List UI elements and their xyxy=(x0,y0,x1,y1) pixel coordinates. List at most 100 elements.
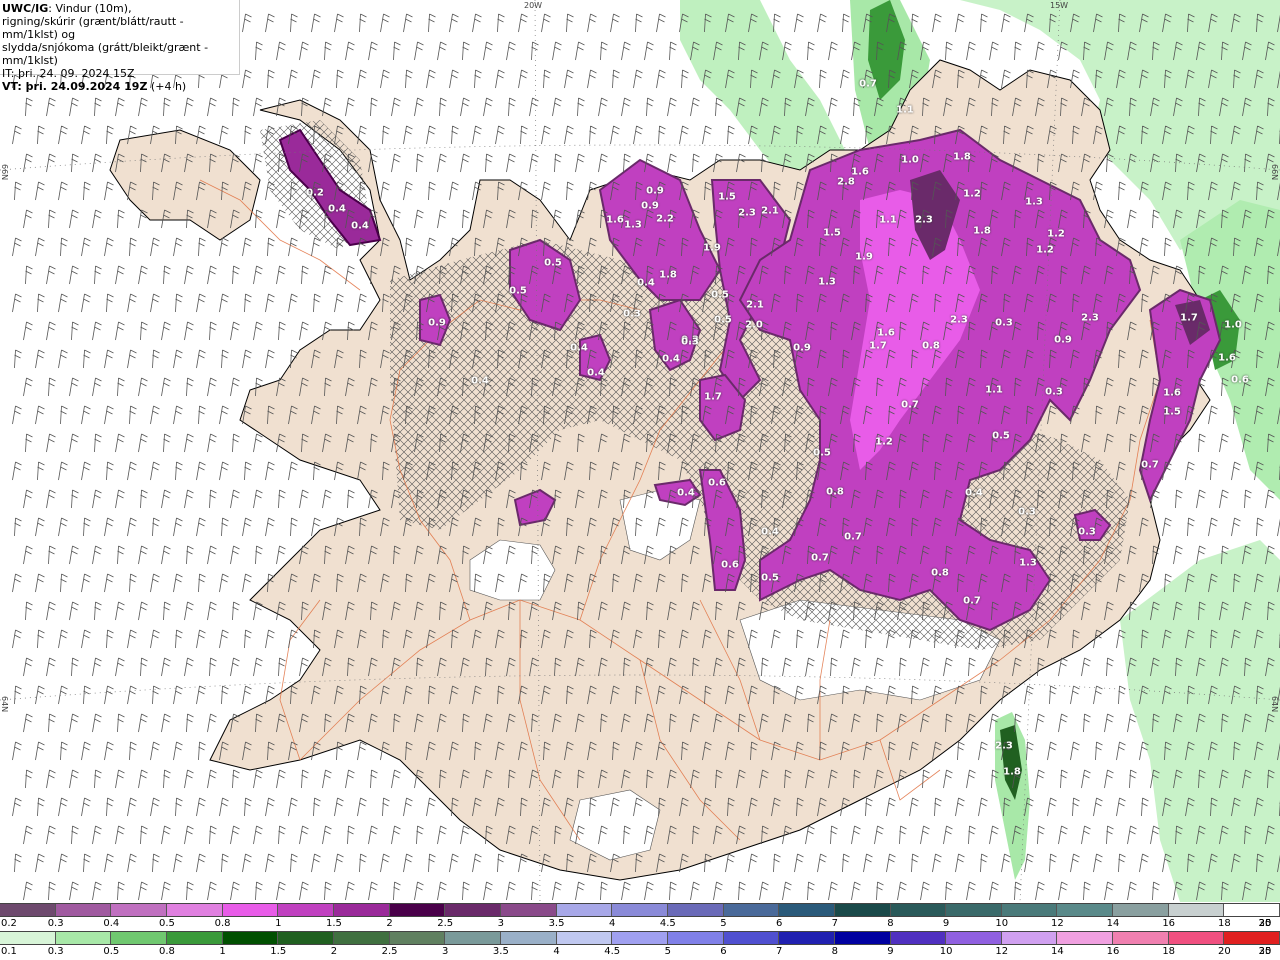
legend-label: 4 xyxy=(608,918,616,929)
precip-value-label: 0.6 xyxy=(708,477,726,489)
wind-barb xyxy=(1014,41,1022,61)
wind-barb xyxy=(1104,769,1114,789)
wind-barb xyxy=(69,769,79,789)
wind-barb xyxy=(46,153,56,173)
wind-barb xyxy=(437,153,447,173)
legend-swatch xyxy=(779,904,835,916)
precip-value-label: 0.4 xyxy=(570,342,588,354)
wind-barb xyxy=(219,573,229,593)
wind-barb xyxy=(104,181,114,201)
wind-barb xyxy=(150,629,160,649)
wind-barb xyxy=(380,853,390,873)
wind-barb xyxy=(207,713,217,733)
wind-barb xyxy=(472,853,482,873)
wind-barb xyxy=(12,405,22,425)
wind-barb xyxy=(94,433,102,453)
wind-barb xyxy=(173,685,183,705)
legend-label: 30 xyxy=(1258,918,1272,929)
wind-barb xyxy=(405,237,413,257)
wind-barb xyxy=(552,881,562,901)
wind-barb xyxy=(359,13,367,33)
wind-barb xyxy=(94,97,102,117)
wind-barb xyxy=(1058,881,1068,901)
wind-barb xyxy=(265,853,275,873)
issue-time: IT: þri. 24. 09. 2024 15Z xyxy=(2,67,135,80)
wind-barb xyxy=(58,797,68,817)
wind-barb xyxy=(391,153,401,173)
wind-barb xyxy=(115,825,125,845)
wind-barb xyxy=(1070,741,1080,761)
wind-barb xyxy=(1047,797,1057,817)
wind-barb xyxy=(989,881,999,901)
wind-barb xyxy=(299,321,309,341)
wind-barb xyxy=(244,629,252,649)
wind-barb xyxy=(817,13,827,33)
legend-swatch xyxy=(723,904,780,916)
wind-barb xyxy=(253,153,263,173)
wind-barb xyxy=(242,349,252,369)
wind-barb xyxy=(1049,685,1057,705)
wind-barb xyxy=(978,797,988,817)
precip-value-label: 1.1 xyxy=(879,214,897,226)
wind-barb xyxy=(357,741,367,761)
legend-swatch xyxy=(834,904,891,916)
wind-barb xyxy=(566,181,574,201)
legend-swatch xyxy=(389,904,446,916)
precip-value-label: 2.3 xyxy=(738,207,756,219)
wind-barb xyxy=(276,769,286,789)
wind-barb xyxy=(150,237,160,257)
wind-barb xyxy=(817,853,827,873)
wind-barb xyxy=(209,657,217,677)
wind-barb xyxy=(244,797,252,817)
wind-barb xyxy=(690,881,700,901)
wind-barb xyxy=(173,349,183,369)
weather-map[interactable]: 20W 15W 66N 66N 64N 64N 0.7 1.1 1.0 1.6 0.9 1… xyxy=(0,0,1280,902)
wind-barb xyxy=(209,825,217,845)
wind-barb xyxy=(541,125,551,145)
wind-barb xyxy=(94,265,102,285)
wind-barb xyxy=(106,797,114,817)
wind-barb xyxy=(92,881,102,901)
wind-barb xyxy=(276,881,286,901)
wind-barb xyxy=(163,601,171,621)
wind-barb xyxy=(1219,489,1229,509)
wind-barb xyxy=(35,181,45,201)
wind-barb xyxy=(129,741,137,761)
lat-label-64n-right: 64N xyxy=(1270,696,1279,713)
wind-barb xyxy=(186,545,194,565)
legend-swatch xyxy=(612,932,668,944)
legend-swatch xyxy=(166,904,223,916)
legend-label: 12 xyxy=(995,946,1009,957)
wind-barb xyxy=(575,41,585,61)
wind-barb xyxy=(380,181,390,201)
wind-barb xyxy=(819,69,827,89)
wind-barb xyxy=(851,825,861,845)
wind-barb xyxy=(46,769,56,789)
wind-barb xyxy=(920,881,930,901)
wind-barb xyxy=(1106,825,1114,845)
legend-label: 14 xyxy=(1106,918,1120,929)
wind-barb xyxy=(690,97,700,117)
wind-barb xyxy=(301,265,309,285)
precip-value-label: 0.4 xyxy=(587,367,605,379)
legend-swatch xyxy=(55,932,112,944)
wind-barb xyxy=(1129,769,1137,789)
wind-barb xyxy=(529,153,539,173)
precip-value-label: 1.6 xyxy=(1218,352,1236,364)
precip-value-label: 0.4 xyxy=(761,526,779,538)
wind-barb xyxy=(104,685,114,705)
wind-barb xyxy=(589,125,597,145)
lat-label-66n-right: 66N xyxy=(1270,164,1279,181)
wind-barb xyxy=(278,489,286,509)
wind-barb xyxy=(989,41,999,61)
precip-value-label: 1.6 xyxy=(606,214,624,226)
wind-barb xyxy=(290,13,298,33)
lead-time: (+4 h) xyxy=(147,80,187,93)
wind-barb xyxy=(598,153,608,173)
wind-barb xyxy=(35,685,45,705)
wind-barb xyxy=(518,69,528,89)
wind-barb xyxy=(483,881,493,901)
wind-barb xyxy=(46,321,56,341)
wind-barb xyxy=(244,293,252,313)
wind-barb xyxy=(416,825,424,845)
